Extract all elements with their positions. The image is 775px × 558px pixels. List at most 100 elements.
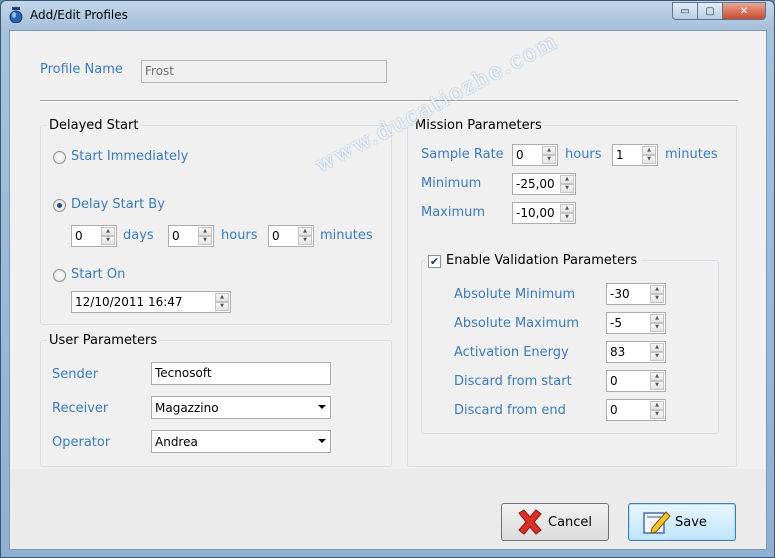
cancel-label: Cancel [548, 515, 593, 530]
close-icon: ✕ [739, 5, 749, 17]
spin-down-icon[interactable]: ▼ [198, 236, 212, 245]
cancel-x-icon [518, 509, 542, 535]
start-on-label[interactable]: Start On [71, 267, 125, 282]
absolute-minimum-value: -30 [610, 287, 630, 301]
spin-down-icon[interactable]: ▼ [560, 184, 574, 193]
delay-days-stepper[interactable]: 0 ▲ ▼ [71, 225, 117, 247]
maximize-button[interactable]: ▢ [697, 2, 723, 20]
spin-down-icon[interactable]: ▼ [560, 213, 574, 222]
maximum-label: Maximum [421, 205, 486, 220]
activation-energy-label: Activation Energy [454, 345, 569, 360]
app-icon [9, 7, 23, 23]
absolute-maximum-label: Absolute Maximum [454, 316, 580, 331]
start-on-datetime-picker[interactable]: 12/10/2011 16:47 ▲ ▼ [71, 291, 231, 313]
spin-up-icon[interactable]: ▲ [198, 227, 212, 236]
start-on-radio[interactable] [53, 269, 66, 282]
maximize-icon: ▢ [705, 5, 715, 17]
sample-rate-label: Sample Rate [421, 147, 504, 162]
spin-down-icon[interactable]: ▼ [650, 352, 664, 361]
spin-down-icon[interactable]: ▼ [642, 155, 656, 164]
spin-down-icon[interactable]: ▼ [101, 236, 115, 245]
add-edit-profiles-window: Add/Edit Profiles ▭ ▢ ✕ Profile Name Fro… [0, 0, 775, 558]
absolute-maximum-stepper[interactable]: -5 ▲ ▼ [606, 312, 666, 334]
delay-days-value: 0 [75, 229, 83, 243]
spin-up-icon[interactable]: ▲ [650, 285, 664, 294]
spin-up-icon[interactable]: ▲ [650, 372, 664, 381]
spin-up-icon[interactable]: ▲ [560, 204, 574, 213]
minimum-value: -25,00 [516, 177, 555, 191]
absolute-minimum-label: Absolute Minimum [454, 287, 576, 302]
delay-minutes-value: 0 [272, 229, 280, 243]
minimum-label: Minimum [421, 176, 482, 191]
spin-down-icon[interactable]: ▼ [650, 294, 664, 303]
sender-field[interactable]: Tecnosoft [151, 362, 331, 385]
start-immediately-label[interactable]: Start Immediately [71, 149, 188, 164]
sample-hours-label: hours [565, 147, 602, 162]
maximum-stepper[interactable]: -10,00 ▲ ▼ [512, 202, 576, 224]
spin-up-icon[interactable]: ▲ [650, 343, 664, 352]
save-button[interactable]: Save [628, 503, 736, 541]
receiver-dropdown[interactable]: Magazzino [151, 396, 331, 419]
profile-name-label: Profile Name [40, 62, 123, 77]
spin-up-icon[interactable]: ▲ [650, 314, 664, 323]
spin-down-icon[interactable]: ▼ [650, 323, 664, 332]
discard-from-start-stepper[interactable]: 0 ▲ ▼ [606, 370, 666, 392]
spin-down-icon[interactable]: ▼ [215, 302, 229, 311]
operator-dropdown[interactable]: Andrea [151, 430, 331, 453]
sample-minutes-label: minutes [665, 147, 718, 162]
chevron-down-icon[interactable] [318, 439, 326, 443]
sample-minutes-value: 1 [616, 148, 624, 162]
activation-energy-stepper[interactable]: 83 ▲ ▼ [606, 341, 666, 363]
spin-down-icon[interactable]: ▼ [542, 155, 556, 164]
spin-up-icon[interactable]: ▲ [650, 401, 664, 410]
window-controls: ▭ ▢ ✕ [672, 2, 766, 20]
minutes-label: minutes [320, 228, 373, 243]
discard-from-end-label: Discard from end [454, 403, 566, 418]
client-area: Profile Name Frost Delayed Start Start I… [9, 30, 767, 550]
save-label: Save [675, 515, 707, 530]
spin-up-icon[interactable]: ▲ [215, 293, 229, 302]
hours-label: hours [221, 228, 258, 243]
discard-from-end-value: 0 [610, 403, 618, 417]
spin-up-icon[interactable]: ▲ [560, 175, 574, 184]
delay-hours-value: 0 [172, 229, 180, 243]
maximum-value: -10,00 [516, 206, 555, 220]
spin-up-icon[interactable]: ▲ [298, 227, 312, 236]
delay-start-by-radio[interactable] [53, 199, 66, 212]
spin-up-icon[interactable]: ▲ [642, 146, 656, 155]
operator-value: Andrea [155, 435, 198, 449]
profile-name-field[interactable]: Frost [141, 60, 387, 83]
spin-up-icon[interactable]: ▲ [101, 227, 115, 236]
spin-up-icon[interactable]: ▲ [542, 146, 556, 155]
discard-from-end-stepper[interactable]: 0 ▲ ▼ [606, 399, 666, 421]
minimize-icon: ▭ [680, 5, 690, 17]
window-title: Add/Edit Profiles [30, 8, 128, 22]
discard-from-start-value: 0 [610, 374, 618, 388]
minimum-stepper[interactable]: -25,00 ▲ ▼ [512, 173, 576, 195]
mission-parameters-title: Mission Parameters [413, 118, 544, 133]
sender-label: Sender [52, 367, 99, 382]
delayed-start-title: Delayed Start [47, 118, 141, 133]
enable-validation-label[interactable]: Enable Validation Parameters [446, 253, 637, 268]
button-bar: Cancel Save [10, 469, 766, 549]
delay-start-by-label[interactable]: Delay Start By [71, 197, 165, 212]
minimize-button[interactable]: ▭ [672, 2, 698, 20]
activation-energy-value: 83 [610, 345, 626, 359]
spin-down-icon[interactable]: ▼ [650, 381, 664, 390]
title-bar[interactable]: Add/Edit Profiles ▭ ▢ ✕ [1, 1, 774, 29]
sample-hours-stepper[interactable]: 0 ▲ ▼ [512, 144, 558, 166]
spin-down-icon[interactable]: ▼ [650, 410, 664, 419]
spin-down-icon[interactable]: ▼ [298, 236, 312, 245]
header-divider [40, 100, 738, 102]
cancel-button[interactable]: Cancel [501, 503, 609, 541]
close-button[interactable]: ✕ [722, 2, 766, 20]
chevron-down-icon[interactable] [318, 405, 326, 409]
absolute-minimum-stepper[interactable]: -30 ▲ ▼ [606, 283, 666, 305]
delay-hours-stepper[interactable]: 0 ▲ ▼ [168, 225, 214, 247]
start-immediately-radio[interactable] [53, 151, 66, 164]
days-label: days [123, 228, 154, 243]
enable-validation-checkbox[interactable]: ✔ [428, 255, 441, 268]
sample-minutes-stepper[interactable]: 1 ▲ ▼ [612, 144, 658, 166]
receiver-value: Magazzino [155, 401, 219, 415]
delay-minutes-stepper[interactable]: 0 ▲ ▼ [268, 225, 314, 247]
